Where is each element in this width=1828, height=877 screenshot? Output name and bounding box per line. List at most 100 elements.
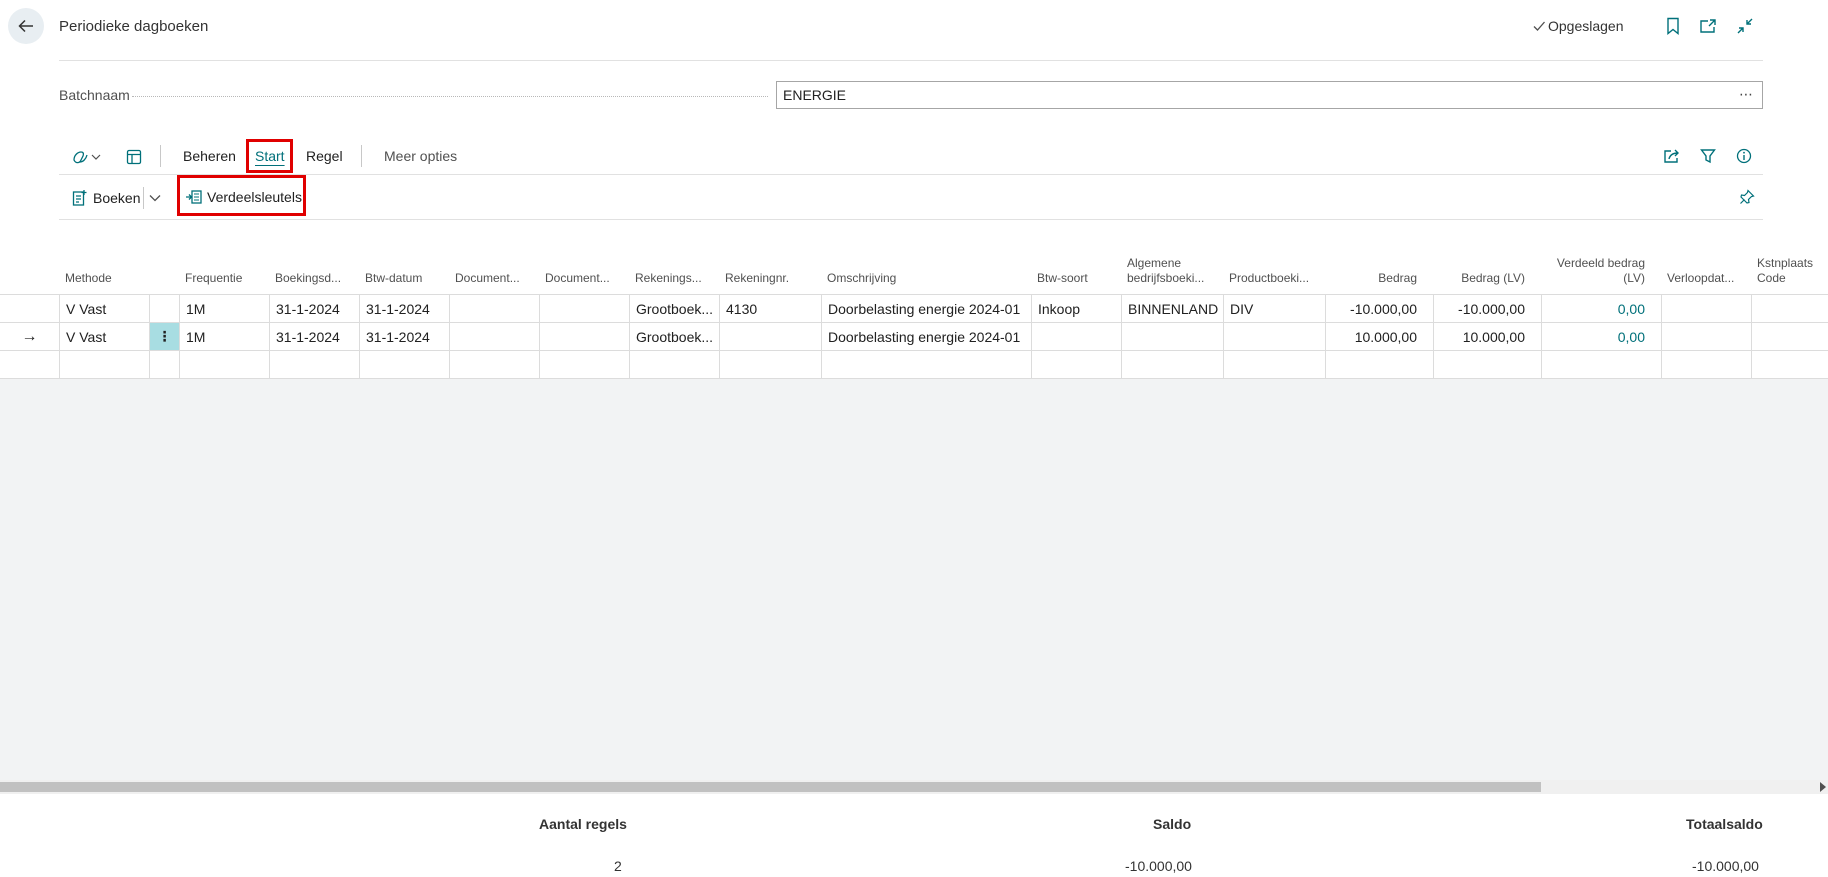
column-header-bedrag[interactable]: Bedrag [1325, 234, 1433, 294]
boeken-button[interactable]: Boeken [72, 189, 140, 207]
cell-methode[interactable]: V Vast [59, 295, 149, 322]
column-header-productboeking[interactable]: Productboeki... [1223, 234, 1325, 294]
column-header-omschrijving[interactable]: Omschrijving [821, 234, 1031, 294]
pin-button[interactable] [1739, 189, 1755, 205]
cell-productboeking[interactable] [1223, 323, 1325, 350]
collapse-button[interactable] [1734, 15, 1756, 37]
table-row[interactable]: → V Vast ⋮ 1M 31-1-2024 31-1-2024 Grootb… [0, 322, 1828, 350]
column-header-algemene-bedrijfsboeking[interactable]: Algemene bedrijfsboeki... [1121, 234, 1223, 294]
row-menu-cell[interactable] [149, 351, 179, 378]
cell-rekeningsoort[interactable]: Grootboek... [629, 295, 719, 322]
cell-frequentie[interactable] [179, 351, 269, 378]
row-menu-cell[interactable] [149, 295, 179, 322]
cell-document-1[interactable] [449, 295, 539, 322]
column-header-boekingsdatum[interactable]: Boekingsd... [269, 234, 359, 294]
cell-omschrijving[interactable]: Doorbelasting energie 2024-01 [821, 295, 1031, 322]
cell-productboeking[interactable]: DIV [1223, 295, 1325, 322]
cell-btw-soort[interactable] [1031, 323, 1121, 350]
open-new-window-button[interactable] [1697, 15, 1719, 37]
cell-frequentie[interactable]: 1M [179, 323, 269, 350]
column-header-frequentie[interactable]: Frequentie [179, 234, 269, 294]
page-view-button[interactable] [126, 146, 142, 168]
cell-verloopdatum[interactable] [1661, 295, 1751, 322]
cell-omschrijving[interactable] [821, 351, 1031, 378]
cell-frequentie[interactable]: 1M [179, 295, 269, 322]
cell-omschrijving[interactable]: Doorbelasting energie 2024-01 [821, 323, 1031, 350]
cell-bedrag-lv[interactable]: 10.000,00 [1433, 323, 1541, 350]
cell-bedrag-lv[interactable]: -10.000,00 [1433, 295, 1541, 322]
cell-rekeningsoort[interactable] [629, 351, 719, 378]
cell-algemene-bedrijfsboeking[interactable] [1121, 323, 1223, 350]
cell-rekeningsoort[interactable]: Grootboek... [629, 323, 719, 350]
batch-name-lookup-button[interactable]: ⋯ [1739, 86, 1754, 103]
batch-name-field[interactable]: ENERGIE ⋯ [776, 81, 1763, 109]
cell-document-1[interactable] [449, 351, 539, 378]
cell-verloopdatum[interactable] [1661, 323, 1751, 350]
cell-document-1[interactable] [449, 323, 539, 350]
column-header-rekeningnr[interactable]: Rekeningnr. [719, 234, 821, 294]
cell-bedrag[interactable] [1325, 351, 1433, 378]
cell-btw-soort[interactable] [1031, 351, 1121, 378]
copilot-menu-button[interactable] [71, 146, 101, 168]
cell-btw-soort[interactable]: Inkoop [1031, 295, 1121, 322]
table-row[interactable]: V Vast 1M 31-1-2024 31-1-2024 Grootboek.… [0, 294, 1828, 322]
action-tabs: Beheren Start Regel Meer opties [59, 140, 1763, 174]
cell-verloopdatum[interactable] [1661, 351, 1751, 378]
cell-methode[interactable] [59, 351, 149, 378]
cell-methode[interactable]: V Vast [59, 323, 149, 350]
column-header-text: Algemene [1127, 256, 1182, 270]
tab-separator [361, 145, 362, 167]
share-icon [1664, 149, 1679, 163]
column-header-btw-soort[interactable]: Btw-soort [1031, 234, 1121, 294]
tab-beheren[interactable]: Beheren [183, 148, 236, 164]
cell-algemene-bedrijfsboeking[interactable]: BINNENLAND [1121, 295, 1223, 322]
filter-button[interactable] [1697, 145, 1719, 167]
cell-verdeeld-bedrag[interactable]: 0,00 [1541, 295, 1661, 322]
column-header-verloopdatum[interactable]: Verloopdat... [1661, 234, 1751, 294]
cell-productboeking[interactable] [1223, 351, 1325, 378]
column-header-document-2[interactable]: Document... [539, 234, 629, 294]
tab-meer-opties[interactable]: Meer opties [384, 148, 457, 164]
cell-document-2[interactable] [539, 323, 629, 350]
back-button[interactable] [8, 8, 44, 44]
cell-kostenplaats-code[interactable] [1751, 323, 1828, 350]
cell-verdeeld-bedrag[interactable] [1541, 351, 1661, 378]
cell-document-2[interactable] [539, 351, 629, 378]
cell-algemene-bedrijfsboeking[interactable] [1121, 351, 1223, 378]
boeken-dropdown-button[interactable] [148, 193, 162, 203]
scrollbar-thumb[interactable] [0, 782, 1541, 792]
cell-bedrag[interactable]: 10.000,00 [1325, 323, 1433, 350]
cell-rekeningnr[interactable] [719, 323, 821, 350]
column-header-text: (LV) [1623, 271, 1645, 285]
cell-bedrag-lv[interactable] [1433, 351, 1541, 378]
bookmark-button[interactable] [1662, 15, 1684, 37]
cell-boekingsdatum[interactable]: 31-1-2024 [269, 323, 359, 350]
row-menu-button[interactable]: ⋮ [149, 323, 179, 350]
cell-boekingsdatum[interactable] [269, 351, 359, 378]
cell-btw-datum[interactable]: 31-1-2024 [359, 295, 449, 322]
column-header-document-1[interactable]: Document... [449, 234, 539, 294]
column-header-verdeeld-bedrag[interactable]: Verdeeld bedrag (LV) [1541, 234, 1661, 294]
cell-btw-datum[interactable] [359, 351, 449, 378]
column-header-methode[interactable]: Methode [59, 234, 149, 294]
cell-kostenplaats-code[interactable] [1751, 351, 1828, 378]
info-button[interactable] [1733, 145, 1755, 167]
table-row[interactable] [0, 350, 1828, 378]
column-header-btw-datum[interactable]: Btw-datum [359, 234, 449, 294]
cell-rekeningnr[interactable]: 4130 [719, 295, 821, 322]
cell-boekingsdatum[interactable]: 31-1-2024 [269, 295, 359, 322]
cell-rekeningnr[interactable] [719, 351, 821, 378]
share-button[interactable] [1661, 145, 1683, 167]
cell-btw-datum[interactable]: 31-1-2024 [359, 323, 449, 350]
saved-status-label: Opgeslagen [1548, 18, 1624, 34]
tab-regel[interactable]: Regel [306, 148, 343, 164]
horizontal-scrollbar[interactable] [0, 780, 1828, 794]
column-header-bedrag-lv[interactable]: Bedrag (LV) [1433, 234, 1541, 294]
scroll-right-arrow-icon[interactable] [1820, 782, 1826, 792]
cell-kostenplaats-code[interactable] [1751, 295, 1828, 322]
column-header-kostenplaats-code[interactable]: Kstnplaats Code [1751, 234, 1828, 294]
column-header-rekeningsoort[interactable]: Rekenings... [629, 234, 719, 294]
cell-bedrag[interactable]: -10.000,00 [1325, 295, 1433, 322]
cell-document-2[interactable] [539, 295, 629, 322]
cell-verdeeld-bedrag[interactable]: 0,00 [1541, 323, 1661, 350]
